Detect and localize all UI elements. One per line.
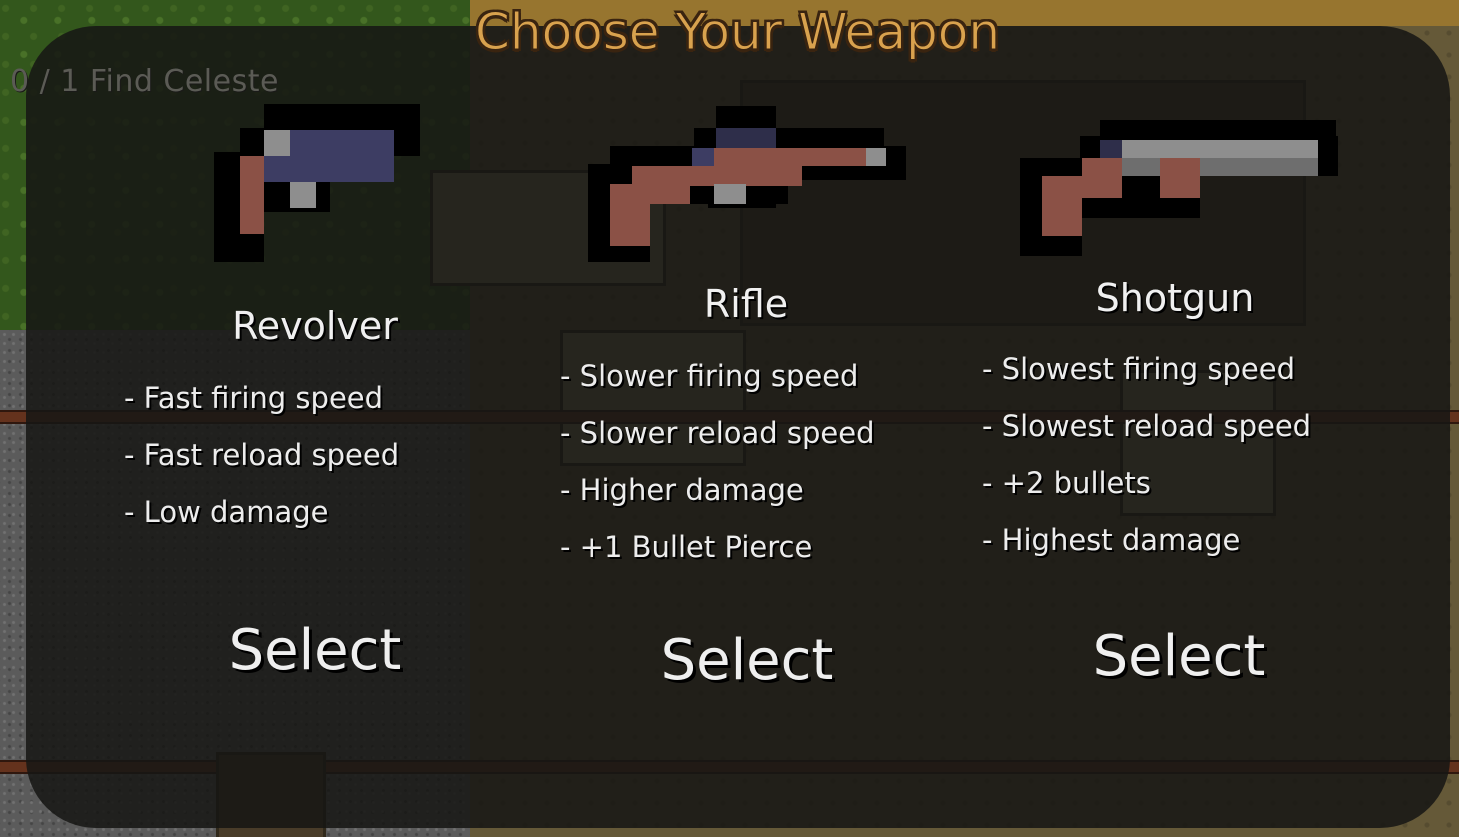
weapon-name: Shotgun [1095, 276, 1255, 320]
select-rifle-button[interactable]: Select [597, 628, 897, 693]
quest-tracker: 0 / 1 Find Celeste [10, 64, 279, 99]
quest-progress: 0 / 1 [10, 64, 80, 99]
weapon-stats-list: - Slowest firing speed - Slowest reload … [982, 341, 1311, 569]
stat-line: - Low damage [124, 495, 329, 529]
select-revolver-button[interactable]: Select [165, 618, 465, 683]
stat-line: - +2 bullets [982, 466, 1151, 500]
weapon-name: Rifle [703, 282, 789, 326]
stat-line: - Higher damage [560, 473, 804, 507]
shotgun-icon [1020, 120, 1338, 256]
stat-line: - Slowest firing speed [982, 352, 1296, 386]
revolver-icon [214, 104, 420, 262]
stat-line: - Fast firing speed [124, 381, 384, 415]
stat-line: - Highest damage [982, 523, 1241, 557]
stat-line: - Slower firing speed [560, 359, 859, 393]
weapon-stats-list: - Fast firing speed - Fast reload speed … [124, 370, 399, 541]
rifle-icon [588, 106, 906, 262]
stat-line: - Slowest reload speed [982, 409, 1312, 443]
weapon-name: Revolver [232, 304, 398, 348]
stat-line: - Fast reload speed [124, 438, 400, 472]
quest-objective: Find Celeste [89, 64, 279, 99]
stat-line: - +1 Bullet Pierce [560, 530, 813, 564]
stat-line: - Slower reload speed [560, 416, 875, 450]
weapon-stats-list: - Slower firing speed - Slower reload sp… [560, 348, 875, 576]
panel-title: Choose Your Weapon [474, 3, 1001, 62]
select-shotgun-button[interactable]: Select [1029, 624, 1329, 689]
